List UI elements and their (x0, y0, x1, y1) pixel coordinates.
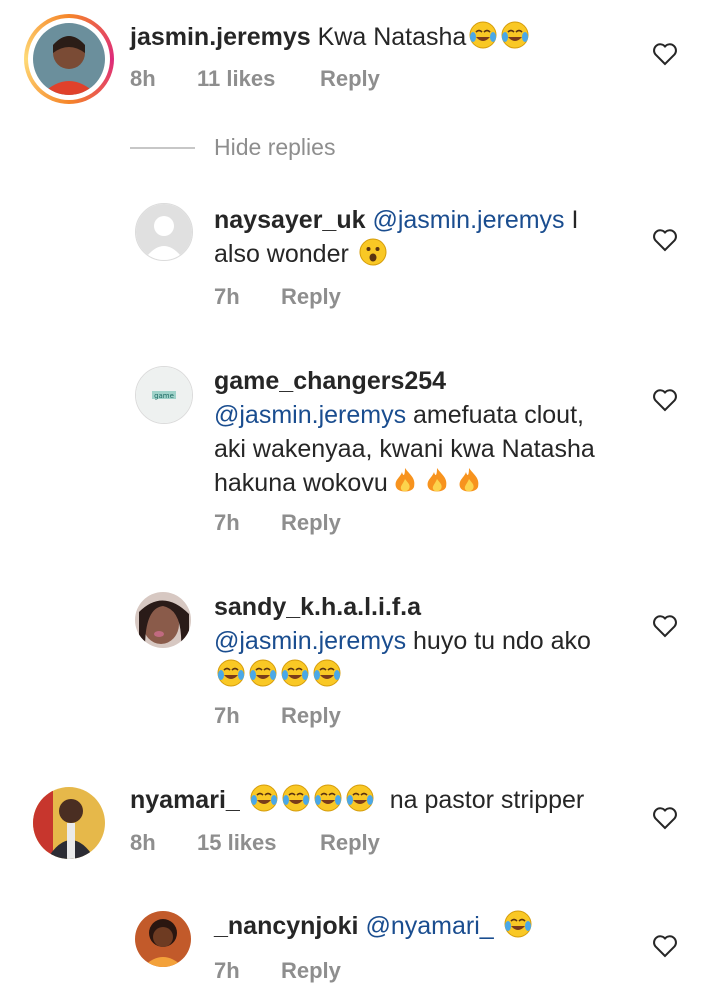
heart-outline-icon[interactable] (652, 806, 678, 830)
reply-button[interactable]: Reply (281, 284, 341, 310)
comment-body: na pastor stripper (389, 786, 585, 814)
astonished-face-emoji (358, 237, 388, 267)
username[interactable]: _nancynjoki (214, 912, 359, 940)
heart-outline-icon[interactable] (652, 228, 678, 252)
mention-link[interactable]: @jasmin.jeremys (214, 627, 406, 655)
hide-replies-button[interactable]: Hide replies (214, 134, 335, 161)
comment-meta: 8h 15 likes Reply (130, 830, 380, 856)
face-with-tears-of-joy-emoji (312, 658, 342, 688)
face-with-tears-of-joy-emoji (313, 783, 343, 813)
comment-body: Kwa Natasha (317, 23, 467, 51)
like-count[interactable]: 15 likes (197, 830, 320, 856)
face-with-tears-of-joy-emoji (249, 783, 279, 813)
avatar (33, 23, 105, 95)
comment-text: _nancynjoki @nyamari_ (214, 909, 604, 943)
face-with-tears-of-joy-emoji (503, 909, 533, 939)
username[interactable]: game_changers254 (214, 367, 446, 395)
username[interactable]: sandy_k.h.a.l.i.f.a (214, 593, 421, 621)
reply-button[interactable]: Reply (320, 830, 380, 856)
avatar[interactable] (135, 592, 191, 648)
face-with-tears-of-joy-emoji (500, 20, 530, 50)
comment-text: jasmin.jeremys Kwa Natasha (130, 20, 610, 54)
heart-outline-icon[interactable] (652, 614, 678, 638)
comment-text: game_changers254 @jasmin.jeremys amefuat… (214, 364, 604, 500)
comment-meta: 7h Reply (214, 510, 341, 536)
mention-link[interactable]: @jasmin.jeremys (372, 206, 564, 234)
avatar-label: game (154, 392, 174, 400)
username[interactable]: nyamari_ (130, 786, 240, 814)
timestamp: 7h (214, 958, 240, 983)
comment-text: nyamari_ na pastor stripper (130, 783, 630, 817)
mention-link[interactable]: @jasmin.jeremys (214, 401, 406, 429)
fire-emoji (454, 466, 484, 496)
comment-meta: 7h Reply (214, 703, 341, 729)
comment-body: huyo tu ndo ako (413, 627, 591, 655)
timestamp: 7h (214, 510, 240, 535)
like-count[interactable]: 11 likes (197, 66, 320, 92)
timestamp: 8h (130, 66, 156, 91)
story-ring[interactable] (24, 14, 114, 104)
timestamp: 7h (214, 703, 240, 728)
timestamp: 8h (130, 830, 156, 855)
fire-emoji (390, 466, 420, 496)
hide-replies-divider (130, 147, 195, 149)
timestamp: 7h (214, 284, 240, 309)
comment-meta: 7h Reply (214, 958, 341, 984)
face-with-tears-of-joy-emoji (468, 20, 498, 50)
comment-meta: 7h Reply (214, 284, 341, 310)
avatar[interactable] (135, 911, 191, 967)
face-with-tears-of-joy-emoji (281, 783, 311, 813)
face-with-tears-of-joy-emoji (216, 658, 246, 688)
avatar[interactable] (135, 203, 193, 261)
avatar[interactable] (33, 787, 105, 859)
comment-text: sandy_k.h.a.l.i.f.a @jasmin.jeremys huyo… (214, 590, 604, 692)
reply-button[interactable]: Reply (281, 510, 341, 536)
reply-button[interactable]: Reply (281, 958, 341, 984)
heart-outline-icon[interactable] (652, 42, 678, 66)
heart-outline-icon[interactable] (652, 934, 678, 958)
reply-button[interactable]: Reply (281, 703, 341, 729)
comment-text: naysayer_uk @jasmin.jeremys I also wonde… (214, 203, 614, 271)
reply-button[interactable]: Reply (320, 66, 380, 92)
face-with-tears-of-joy-emoji (248, 658, 278, 688)
face-with-tears-of-joy-emoji (345, 783, 375, 813)
fire-emoji (422, 466, 452, 496)
username[interactable]: jasmin.jeremys (130, 23, 311, 51)
heart-outline-icon[interactable] (652, 388, 678, 412)
username[interactable]: naysayer_uk (214, 206, 366, 234)
comment-meta: 8h 11 likes Reply (130, 66, 380, 92)
face-with-tears-of-joy-emoji (280, 658, 310, 688)
avatar[interactable]: game (135, 366, 193, 424)
mention-link[interactable]: @nyamari_ (365, 912, 493, 940)
